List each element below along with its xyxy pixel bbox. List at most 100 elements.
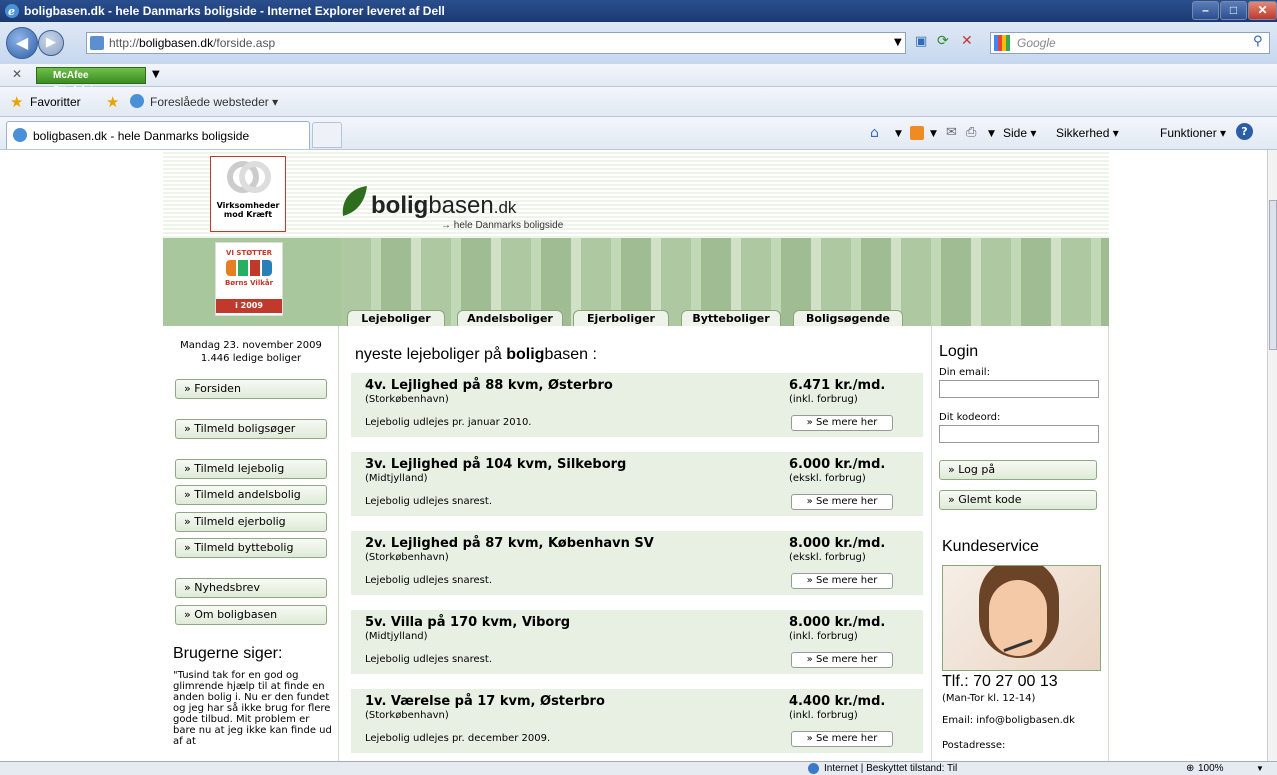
listing-item[interactable]: 1v. Værelse på 17 kvm, Østerbro (Storkøb… <box>351 689 923 753</box>
current-date: Mandag 23. november 2009 <box>180 340 322 351</box>
listing-title[interactable]: 1v. Værelse på 17 kvm, Østerbro <box>365 694 605 709</box>
rss-icon[interactable] <box>910 126 924 140</box>
minimize-button[interactable]: – <box>1192 1 1219 20</box>
logo-tld: .dk <box>493 198 517 217</box>
support-email[interactable]: Email: info@boligbasen.dk <box>942 715 1075 726</box>
chevron-down-icon[interactable]: ▼ <box>988 129 995 139</box>
see-more-button[interactable]: » Se mere her <box>791 731 893 747</box>
url-prefix: http:// <box>109 36 140 50</box>
tab-lejeboliger[interactable]: Lejeboliger <box>347 310 445 326</box>
maximize-button[interactable]: □ <box>1220 1 1247 20</box>
tab-boligsogende[interactable]: Boligsøgende <box>793 310 903 326</box>
tab-active[interactable]: boligbasen.dk - hele Danmarks boligside <box>6 121 310 149</box>
listing-item[interactable]: 4v. Lejlighed på 88 kvm, Østerbro (Stork… <box>351 373 923 437</box>
zoom-level[interactable]: 100% <box>1198 762 1224 775</box>
listing-title[interactable]: 5v. Villa på 170 kvm, Viborg <box>365 615 570 630</box>
sponsor-logo-borns-vilkar[interactable]: VI STØTTER Børns Vilkår i 2009 <box>215 242 283 316</box>
listing-item[interactable]: 3v. Lejlighed på 104 kvm, Silkeborg (Mid… <box>351 452 923 516</box>
listing-availability: Lejebolig udlejes pr. januar 2010. <box>365 417 532 428</box>
site-logo[interactable]: boligbasen.dk <box>371 192 516 220</box>
listing-item[interactable]: 5v. Villa på 170 kvm, Viborg (Midtjyllan… <box>351 610 923 674</box>
mcafee-button[interactable]: McAfee SiteAdvisor <box>36 67 146 96</box>
nav-om-boligbasen[interactable]: » Om boligbasen <box>175 605 327 625</box>
mail-icon[interactable]: ✉ <box>946 125 957 140</box>
new-tab-button[interactable] <box>312 122 342 148</box>
nav-tilmeld-ejerbolig[interactable]: » Tilmeld ejerbolig <box>175 512 327 532</box>
listing-price-note: (inkl. forbrug) <box>789 631 858 642</box>
tab-bytteboliger[interactable]: Bytteboliger <box>681 310 781 326</box>
listing-title[interactable]: 2v. Lejlighed på 87 kvm, København SV <box>365 536 654 551</box>
close-button[interactable]: ✕ <box>1248 1 1277 20</box>
nav-forsiden[interactable]: » Forsiden <box>175 379 327 399</box>
nav-tilmeld-andelsbolig[interactable]: » Tilmeld andelsbolig <box>175 485 327 505</box>
tools-menu[interactable]: Funktioner ▾ <box>1160 126 1226 140</box>
vertical-scrollbar[interactable] <box>1267 150 1277 761</box>
nav-tilmeld-boligsoger[interactable]: » Tilmeld boligsøger <box>175 419 327 439</box>
users-heading: Brugerne siger: <box>173 645 283 662</box>
login-button[interactable]: » Log på <box>939 460 1097 480</box>
password-label: Dit kodeord: <box>939 412 1001 423</box>
nav-tilmeld-lejebolig[interactable]: » Tilmeld lejebolig <box>175 459 327 479</box>
chevron-down-icon[interactable]: ▼ <box>894 37 902 48</box>
listing-region: (Storkøbenhavn) <box>365 394 449 405</box>
scrollbar-thumb[interactable] <box>1269 200 1277 350</box>
help-icon[interactable]: ? <box>1236 123 1253 140</box>
support-hours: (Man-Tor kl. 12-14) <box>942 693 1036 704</box>
see-more-button[interactable]: » Se mere her <box>791 494 893 510</box>
add-favorite-icon[interactable]: ★ <box>106 93 119 111</box>
listing-region: (Midtjylland) <box>365 473 428 484</box>
listing-price-note: (inkl. forbrug) <box>789 394 858 405</box>
suggested-sites-link[interactable]: Foreslåede websteder ▾ <box>150 95 278 109</box>
tab-andelsboliger[interactable]: Andelsboliger <box>457 310 563 326</box>
service-heading: Kundeservice <box>942 538 1039 555</box>
logo-bold: bolig <box>371 192 429 219</box>
listing-region: (Midtjylland) <box>365 631 428 642</box>
mcafee-toolbar <box>0 64 1277 87</box>
security-menu[interactable]: Sikkerhed ▾ <box>1056 126 1119 140</box>
listing-price-note: (inkl. forbrug) <box>789 710 858 721</box>
listing-item[interactable]: 2v. Lejlighed på 87 kvm, København SV (S… <box>351 531 923 595</box>
search-input[interactable]: Google <box>990 32 1270 54</box>
svg-text:e: e <box>8 5 15 18</box>
heading-pre: nyeste lejeboliger på <box>355 346 507 363</box>
forgot-password-button[interactable]: » Glemt kode <box>939 490 1097 510</box>
page-icon <box>90 36 104 50</box>
page-menu[interactable]: Side ▾ <box>1003 126 1036 140</box>
stop-icon[interactable]: ✕ <box>961 33 973 49</box>
refresh-icon[interactable]: ⟳ <box>937 33 949 49</box>
chevron-down-icon[interactable]: ▼ <box>1256 762 1264 775</box>
sponsor-logo-kraeft[interactable]: Virksomheder mod Kræft <box>210 156 286 232</box>
leaf-logo-icon <box>342 186 367 216</box>
email-field[interactable] <box>939 380 1099 398</box>
favorites-button[interactable]: Favoritter <box>30 95 81 109</box>
nav-tilmeld-byttebolig[interactable]: » Tilmeld byttebolig <box>175 538 327 558</box>
login-heading: Login <box>939 343 979 360</box>
forward-button[interactable]: ▶ <box>38 30 64 56</box>
see-more-button[interactable]: » Se mere her <box>791 652 893 668</box>
search-icon[interactable]: ⚲ <box>1253 34 1263 49</box>
chevron-down-icon[interactable]: ▼ <box>895 129 902 139</box>
chevron-down-icon[interactable]: ▼ <box>152 69 160 80</box>
see-more-button[interactable]: » Se mere her <box>791 573 893 589</box>
address-input[interactable]: http://boligbasen.dk/forside.asp <box>86 32 906 54</box>
listing-title[interactable]: 3v. Lejlighed på 104 kvm, Silkeborg <box>365 457 626 472</box>
star-icon: ★ <box>10 93 24 111</box>
compat-view-icon[interactable]: ▣ <box>915 34 927 49</box>
print-icon[interactable]: ⎙ <box>966 125 976 140</box>
support-photo <box>942 565 1101 671</box>
home-icon[interactable]: ⌂ <box>870 125 879 141</box>
listing-price: 4.400 kr./md. <box>789 694 886 709</box>
see-more-button[interactable]: » Se mere her <box>791 415 893 431</box>
listing-region: (Storkøbenhavn) <box>365 552 449 563</box>
support-phone: Tlf.: 70 27 00 13 <box>942 673 1058 690</box>
listing-title[interactable]: 4v. Lejlighed på 88 kvm, Østerbro <box>365 378 613 393</box>
password-field[interactable] <box>939 425 1099 443</box>
nav-nyhedsbrev[interactable]: » Nyhedsbrev <box>175 578 327 598</box>
tab-ejerboliger[interactable]: Ejerboliger <box>573 310 669 326</box>
sponsor2-mid: Børns Vilkår <box>224 279 274 287</box>
site-tagline: → hele Danmarks boligside <box>441 220 564 231</box>
back-button[interactable]: ◀ <box>6 27 38 59</box>
close-toolbar-icon[interactable]: ✕ <box>12 67 22 81</box>
chevron-down-icon[interactable]: ▼ <box>930 129 937 139</box>
magnifier-icon: ⊕ <box>1186 763 1195 774</box>
